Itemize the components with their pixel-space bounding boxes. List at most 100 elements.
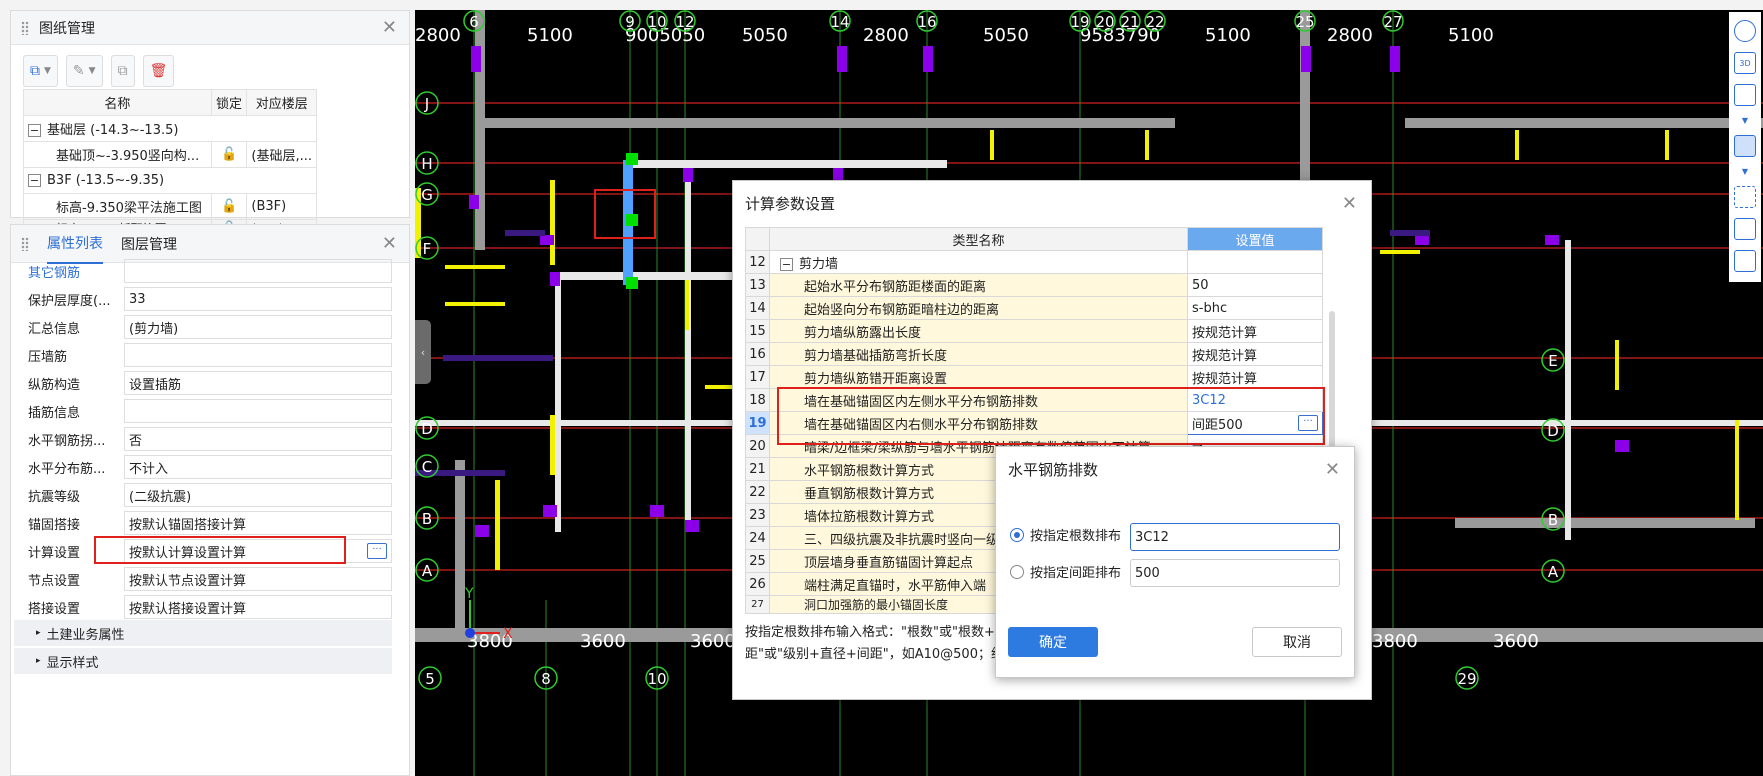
add-drawing-button[interactable]: ⧉ ▼ [23,55,58,87]
cancel-button[interactable]: 取消 [1252,627,1342,657]
prop-row-lap[interactable]: 搭接设置 按默认搭接设置计算 [14,594,392,620]
prop-row-long-bar[interactable]: 纵筋构造 设置插筋 [14,370,392,396]
radio-unchecked-icon[interactable] [1010,564,1024,579]
count-input[interactable]: 3C12 [1130,523,1340,551]
copy-icon: ⧉ [117,63,128,79]
prop-value[interactable] [124,259,392,283]
section-civil-props[interactable]: ▸ 土建业务属性 [14,620,392,646]
top-dim-label: 5100 [1448,25,1494,46]
cube-select-icon[interactable] [1734,218,1756,240]
table-row[interactable]: 17 剪力墙纵筋错开距离设置 按规范计算 [745,365,1323,389]
prop-value[interactable] [124,343,392,367]
prop-row-summary[interactable]: 汇总信息 (剪力墙) [14,314,392,340]
column [683,168,693,182]
row-number: 22 [745,480,770,504]
prop-row-dowel[interactable]: 插筋信息 [14,398,392,424]
bottom-dim-label: 3800 [1372,631,1418,652]
axis-label: G [421,186,433,204]
prop-value[interactable]: 按默认搭接设置计算 [124,595,392,619]
3d-view-icon[interactable]: 3D [1734,52,1756,74]
axis-label: A [1548,563,1559,581]
prop-value[interactable]: 按默认节点设置计算 [124,567,392,591]
close-icon[interactable]: ✕ [1342,193,1357,214]
table-row[interactable]: − B3F (-13.5~-9.35) [23,167,317,194]
copy-drawing-button[interactable]: ⧉ [110,55,135,87]
drag-grip-icon[interactable] [21,236,29,251]
param-name: 起始水平分布钢筋距楼面的距离 [769,273,1188,297]
tab-layer-manager[interactable]: 图层管理 [121,234,177,254]
param-value[interactable] [1187,250,1323,274]
param-value[interactable]: 按规范计算 [1187,342,1323,366]
prop-value[interactable]: 33 [124,287,392,311]
param-value[interactable]: 按规范计算 [1187,365,1323,389]
box-view-icon[interactable] [1734,84,1756,106]
radio-checked-icon[interactable] [1010,527,1024,542]
axis-label: 9 [625,13,635,31]
prop-value[interactable]: 否 [124,427,392,451]
prop-row-h-bend[interactable]: 水平钢筋拐... 否 [14,426,392,452]
prop-value[interactable]: (剪力墙) [124,315,392,339]
prop-value[interactable]: 不计入 [124,455,392,479]
solid-box-icon[interactable] [1734,135,1756,157]
top-dim-label: 5050 [742,25,788,46]
axis-label: B [422,510,432,528]
close-icon[interactable]: ✕ [1325,459,1340,480]
prop-row-cover[interactable]: 保护层厚度(... 33 [14,286,392,312]
calc-hint-line-1: 按指定根数排布输入格式："根数"或"根数+ [745,625,995,640]
prop-row-h-dist[interactable]: 水平分布筋... 不计入 [14,454,392,480]
close-icon[interactable]: ✕ [382,17,397,38]
row-number: 26 [745,572,770,596]
delete-drawing-button[interactable]: 🗑 [142,55,175,87]
table-row[interactable]: 15 剪力墙纵筋露出长度 按规范计算 [745,319,1323,343]
rebar-dialog-title: 水平钢筋排数 [1008,460,1099,479]
panel-collapse-handle[interactable]: ‹ [415,320,431,384]
column [685,520,699,532]
prop-row-seismic[interactable]: 抗震等级 (二级抗震) [14,482,392,508]
lock-icon[interactable]: 🔓 [210,141,248,168]
edit-drawing-button[interactable]: ✎ ▼ [65,55,103,87]
collapse-icon[interactable]: − [28,124,41,137]
chevron-down-icon[interactable]: ▼ [1742,167,1748,176]
layer-list-icon[interactable] [1734,250,1756,272]
prop-row-anchor[interactable]: 锚固搭接 按默认锚固搭接计算 [14,510,392,536]
section-label: 显示样式 [46,655,99,671]
table-row[interactable]: − 基础层 (-14.3~-13.5) [23,115,317,142]
lock-icon[interactable]: 🔓 [210,193,248,220]
collapse-icon[interactable]: − [28,174,41,187]
prop-row-node[interactable]: 节点设置 按默认节点设置计算 [14,566,392,592]
param-value[interactable]: s-bhc [1187,296,1323,320]
radio-by-spacing[interactable]: 按指定间距排布 [1010,562,1121,581]
ok-button[interactable]: 确定 [1008,627,1098,657]
row-number: 20 [745,434,770,458]
collapse-icon[interactable]: − [780,257,793,271]
table-row[interactable]: 12− 剪力墙 [745,250,1323,274]
beam [443,355,553,361]
prop-value[interactable]: 设置插筋 [124,371,392,395]
more-options-button[interactable]: ··· [367,543,387,559]
table-row[interactable]: 基础顶~-3.950竖向构... 🔓 (基础层,... [23,141,317,168]
table-row[interactable]: 标高-9.350梁平法施工图 🔓 (B3F) [23,193,317,220]
table-row[interactable]: 14 起始竖向分布钢筋距暗柱边的距离 s-bhc [745,296,1323,320]
prop-value[interactable] [124,399,392,423]
fullscreen-icon[interactable] [1734,186,1756,208]
param-value[interactable]: 50 [1187,273,1323,297]
table-row[interactable]: 16 剪力墙基础插筋弯折长度 按规范计算 [745,342,1323,366]
prop-row-other-rebar[interactable]: 其它钢筋 [14,258,392,284]
prop-row-press-bar[interactable]: 压墙筋 [14,342,392,368]
table-row[interactable]: 13 起始水平分布钢筋距楼面的距离 50 [745,273,1323,297]
axis-label: 8 [541,670,551,688]
spacing-input[interactable]: 500 [1130,559,1340,587]
drag-grip-icon[interactable] [21,20,29,35]
axis-label: J [424,95,429,113]
row-number: 12 [745,250,770,274]
prop-value[interactable]: 按默认锚固搭接计算 [124,511,392,535]
param-value[interactable]: 按规范计算 [1187,319,1323,343]
prop-value[interactable]: (二级抗震) [124,483,392,507]
calc-dialog-title: 计算参数设置 [745,194,836,213]
orbit-icon[interactable] [1734,20,1756,42]
axis-label: 27 [1383,13,1402,31]
section-display-style[interactable]: ▸ 显示样式 [14,648,392,674]
chevron-down-icon[interactable]: ▼ [1742,116,1748,125]
close-icon[interactable]: ✕ [382,233,397,254]
radio-by-count[interactable]: 按指定根数排布 [1010,525,1121,544]
